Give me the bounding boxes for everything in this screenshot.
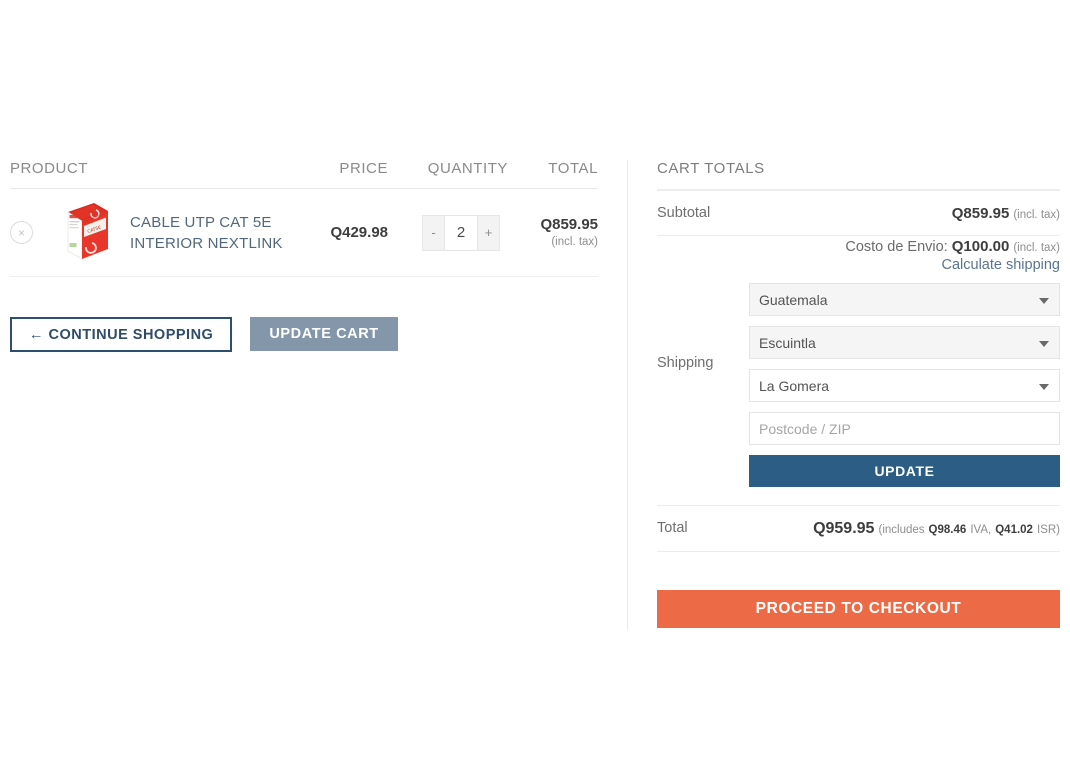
cell-remove: ×: [10, 221, 48, 244]
subtotal-label: Subtotal: [657, 205, 711, 221]
quantity-stepper: - +: [422, 214, 500, 251]
column-header-total: TOTAL: [548, 160, 598, 177]
table-row: × CAT5E CABLE UTP CAT 5E INTERIOR NEXTLI…: [10, 189, 598, 277]
state-select-wrapper: Escuintla: [749, 326, 1060, 359]
country-select-wrapper: Guatemala: [749, 283, 1060, 316]
cart-totals-panel: CART TOTALS Subtotal Q859.95 (incl. tax)…: [657, 160, 1060, 628]
shipping-fields: Costo de Envio: Q100.00 (incl. tax) Calc…: [749, 238, 1060, 487]
cell-thumbnail: CAT5E: [48, 199, 120, 267]
subtotal-row: Subtotal Q859.95 (incl. tax): [657, 191, 1060, 235]
calculate-shipping-link[interactable]: Calculate shipping: [749, 257, 1061, 283]
shipping-row: Shipping Costo de Envio: Q100.00 (incl. …: [657, 236, 1060, 487]
total-bottom-divider: [657, 551, 1060, 552]
cart-page: PRODUCT PRICE QUANTITY TOTAL × CAT5E CAB…: [0, 0, 1070, 780]
shipping-label: Shipping: [657, 354, 714, 371]
tax-isr-amount: Q41.02: [995, 524, 1033, 536]
line-total-tax-note: (incl. tax): [551, 236, 598, 248]
column-divider: [627, 160, 628, 630]
total-includes-prefix: (includes: [878, 524, 925, 536]
shipping-cost-label: Costo de Envio:: [845, 239, 948, 255]
remove-item-button[interactable]: ×: [10, 221, 33, 244]
column-header-product: PRODUCT: [10, 160, 89, 177]
cart-totals-title: CART TOTALS: [657, 160, 765, 177]
total-value: Q959.95 (includes Q98.46 IVA, Q41.02 ISR…: [749, 520, 1060, 538]
shipping-cost-amount: Q100.00: [951, 238, 1010, 255]
continue-shopping-button[interactable]: ← CONTINUE SHOPPING: [10, 317, 233, 352]
total-label: Total: [657, 520, 688, 536]
postcode-input[interactable]: [749, 412, 1060, 445]
quantity-input[interactable]: [444, 215, 478, 250]
subtotal-amount: Q859.95: [951, 205, 1010, 222]
update-cart-button[interactable]: UPDATE CART: [250, 317, 398, 351]
city-select[interactable]: La Gomera: [749, 369, 1060, 402]
state-select[interactable]: Escuintla: [749, 326, 1060, 359]
cell-product-name: CABLE UTP CAT 5E INTERIOR NEXTLINK: [120, 212, 310, 254]
cell-quantity: - +: [388, 214, 508, 251]
total-amount: Q959.95: [813, 520, 875, 537]
quantity-decrease-button[interactable]: -: [423, 215, 444, 250]
product-name-link[interactable]: CABLE UTP CAT 5E INTERIOR NEXTLINK: [130, 212, 302, 254]
cart-table-header: PRODUCT PRICE QUANTITY TOTAL: [10, 160, 598, 189]
column-header-quantity: QUANTITY: [427, 160, 508, 177]
cart-table: PRODUCT PRICE QUANTITY TOTAL × CAT5E CAB…: [10, 160, 598, 277]
subtotal-value: Q859.95 (incl. tax): [749, 205, 1060, 222]
column-header-price: PRICE: [339, 160, 388, 177]
product-thumbnail-icon[interactable]: CAT5E: [55, 199, 113, 267]
line-total-amount: Q859.95: [540, 216, 598, 233]
product-box-image: CAT5E: [67, 202, 108, 260]
subtotal-tax-note: (incl. tax): [1013, 209, 1060, 221]
country-select[interactable]: Guatemala: [749, 283, 1060, 316]
total-row: Total Q959.95 (includes Q98.46 IVA, Q41.…: [657, 506, 1060, 551]
cell-price: Q429.98: [330, 224, 388, 241]
cell-line-total: Q859.95 (incl. tax): [508, 215, 598, 250]
cart-action-buttons: ← CONTINUE SHOPPING UPDATE CART: [10, 317, 398, 352]
update-shipping-button[interactable]: UPDATE: [749, 455, 1060, 487]
city-select-wrapper: La Gomera: [749, 369, 1060, 402]
tax-iva-name: IVA,: [970, 524, 992, 536]
proceed-to-checkout-button[interactable]: PROCEED TO CHECKOUT: [657, 590, 1060, 628]
quantity-increase-button[interactable]: +: [478, 215, 499, 250]
shipping-cost-line: Costo de Envio: Q100.00 (incl. tax): [749, 238, 1060, 257]
shipping-cost-tax-note: (incl. tax): [1013, 242, 1060, 254]
tax-isr-name: ISR): [1037, 524, 1060, 536]
tax-iva-amount: Q98.46: [928, 524, 967, 536]
